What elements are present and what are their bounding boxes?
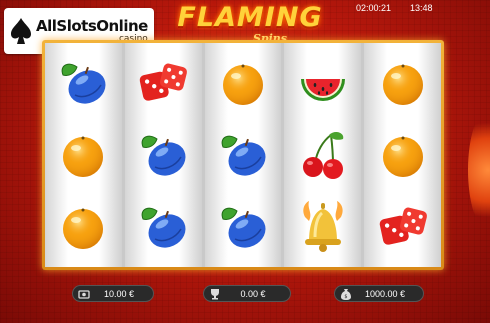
plum-icon [135, 199, 191, 255]
balance-display: $ 1000.00 € [334, 285, 424, 302]
session-timer: 02:00:21 [356, 3, 392, 13]
reel-4 [284, 43, 362, 267]
clock-time: 13:48 [410, 3, 433, 13]
orange-icon [375, 127, 431, 183]
coins-stack-icon [77, 287, 91, 301]
win-display: 0.00 € [203, 285, 291, 302]
svg-text:$: $ [344, 294, 347, 300]
reel-1 [45, 43, 122, 267]
logo-text: AllSlotsOnline [36, 16, 148, 35]
money-bag-icon: $ [339, 287, 353, 301]
orange-icon [55, 199, 111, 255]
plum-icon [215, 127, 271, 183]
orange-icon [55, 127, 111, 183]
reel-2 [124, 43, 202, 267]
game-title-main: FLAMING [177, 2, 323, 33]
plum-icon [135, 127, 191, 183]
spade-icon [10, 17, 32, 45]
reel-3 [204, 43, 282, 267]
bet-value: 10.00 € [103, 288, 135, 299]
bell-icon [295, 199, 351, 255]
reel-5 [364, 43, 441, 267]
orange-icon [215, 55, 271, 111]
watermelon-icon [295, 55, 351, 111]
dice-icon [135, 55, 191, 111]
orange-icon [375, 55, 431, 111]
plum-icon [55, 55, 111, 111]
balance-value: 1000.00 € [364, 288, 406, 299]
reels-area[interactable] [45, 43, 441, 267]
cherries-icon [295, 127, 351, 183]
bet-display[interactable]: 10.00 € [72, 285, 154, 302]
win-value: 0.00 € [240, 288, 266, 299]
trophy-icon [208, 287, 222, 301]
plum-icon [215, 199, 271, 255]
dice-icon [375, 199, 431, 255]
reels-frame [42, 40, 444, 270]
